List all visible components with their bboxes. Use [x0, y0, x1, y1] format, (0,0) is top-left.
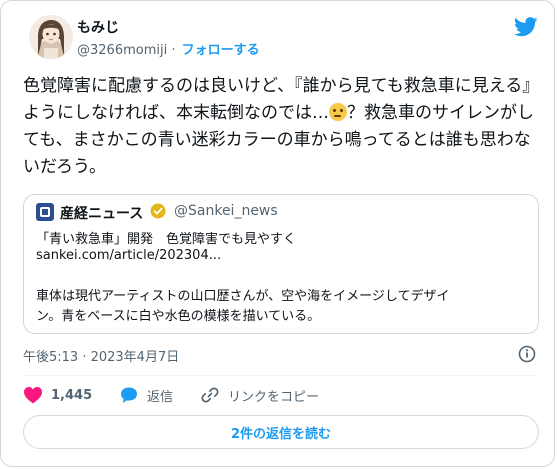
read-replies-button[interactable]: 2件の返信を読む: [23, 415, 539, 449]
twitter-bird-icon[interactable]: [514, 17, 538, 37]
reply-label: 返信: [147, 389, 174, 405]
quote-source-handle: @Sankei_news: [174, 203, 278, 219]
quote-headline: 「青い救急車」開発 色覚障害でも見やすく: [36, 232, 297, 247]
like-count: 1,445: [51, 387, 93, 403]
sankei-logo-icon: [36, 203, 54, 221]
embedded-tweet-card: もみじ @3266momiji · フォローする 色覚障害に配慮するのは良いけど…: [0, 0, 555, 467]
quote-body-line1: 車体は現代アーティストの山口歴さんが、空や海をイメージしてデザイ: [36, 289, 450, 304]
tweet-text: 色覚障害に配慮するのは良いけど、『誰から見ても救急車に見える』ようにしなければ、…: [23, 73, 543, 181]
avatar[interactable]: [29, 15, 73, 59]
info-icon[interactable]: [518, 345, 536, 363]
tweet-timestamp[interactable]: 午後5:13 · 2023年4月7日: [23, 346, 179, 365]
heart-icon: [24, 387, 42, 404]
follow-button[interactable]: フォローする: [182, 43, 260, 58]
divider: [23, 375, 538, 376]
author-handle-row: @3266momiji · フォローする: [77, 39, 260, 58]
author-name[interactable]: もみじ: [77, 17, 119, 37]
like-button[interactable]: 1,445: [23, 385, 92, 405]
quoted-tweet[interactable]: 産経ニュース @Sankei_news 「青い救急車」開発 色覚障害でも見やすく…: [23, 194, 539, 334]
speech-bubble-icon: [121, 387, 137, 403]
handle-separator: ·: [171, 43, 176, 58]
reply-button[interactable]: 返信: [119, 385, 173, 405]
quote-link[interactable]: sankei.com/article/202304...: [36, 248, 221, 263]
verified-badge-icon: [150, 203, 166, 219]
avatar-image: [29, 15, 73, 59]
quote-source-name: 産経ニュース: [60, 206, 144, 222]
link-icon: [201, 387, 219, 403]
thinking-face-icon: [329, 103, 347, 121]
copy-link-button[interactable]: リンクをコピー: [200, 385, 319, 405]
quote-body-line2: ン。青をベースに白や水色の模様を描いている。: [36, 309, 321, 324]
author-handle[interactable]: @3266momiji: [77, 43, 167, 58]
copy-link-label: リンクをコピー: [228, 389, 320, 405]
